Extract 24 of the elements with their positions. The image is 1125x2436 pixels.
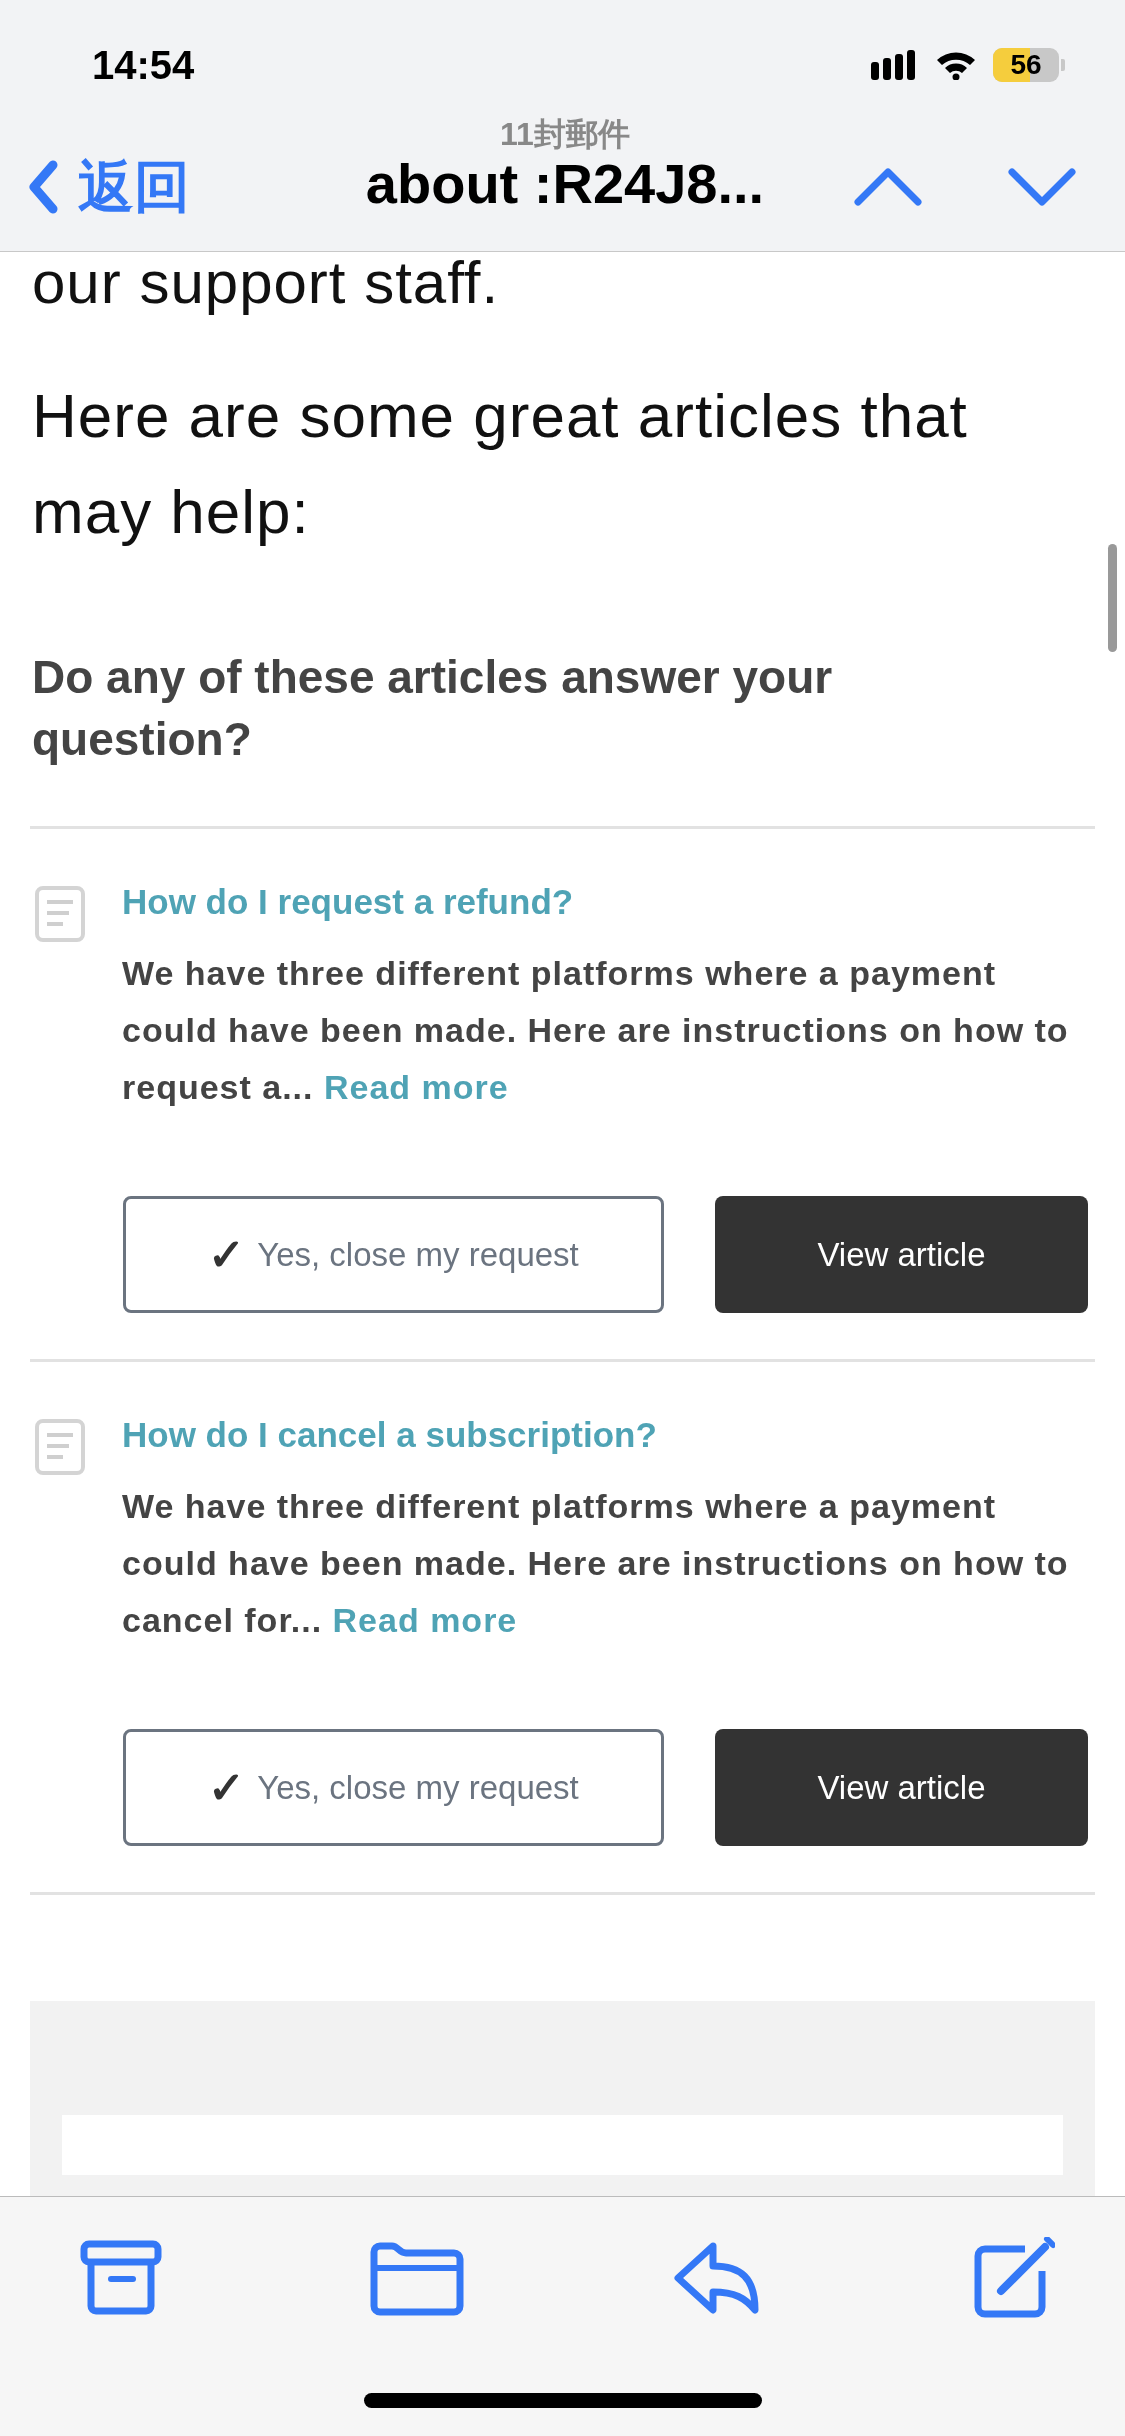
document-icon (34, 1418, 86, 1476)
article-title-link[interactable]: How do I cancel a subscription? (122, 1410, 1095, 1460)
chevron-left-icon (28, 160, 58, 215)
message-count: 11封郵件 (500, 115, 630, 152)
article-excerpt: We have three different platforms where a payment could have been made. Here are instructions on how to cancel for... Read more (122, 1486, 1070, 1641)
view-article-button[interactable]: View article (715, 1729, 1088, 1846)
read-more-link[interactable]: Read more (323, 1068, 509, 1106)
body-text: our support staff. (31, 252, 501, 316)
message-title: about :R24J8... (365, 151, 765, 216)
close-request-button[interactable]: ✓ Yes, close my request (123, 1196, 664, 1313)
close-request-button[interactable]: ✓ Yes, close my request (123, 1729, 664, 1846)
previous-message-button[interactable] (853, 167, 923, 208)
folder-button[interactable] (370, 2240, 465, 2316)
article-title-link[interactable]: How do I request a refund? (122, 877, 1095, 927)
archive-button[interactable] (80, 2240, 162, 2316)
intro-text: Here are some great articles that may help: (31, 380, 969, 548)
read-more-link[interactable]: Read more (332, 1601, 518, 1639)
question-heading: Do any of these articles answer your question? (31, 650, 834, 767)
document-icon (34, 885, 86, 943)
next-message-button[interactable] (1007, 167, 1077, 208)
status-time: 14:54 (92, 41, 195, 89)
back-button[interactable]: 返回 (28, 145, 190, 230)
article-excerpt: We have three different platforms where a payment could have been made. Here are instructions on how to request a... Read more (122, 953, 1070, 1108)
view-article-button[interactable]: View article (715, 1196, 1088, 1313)
